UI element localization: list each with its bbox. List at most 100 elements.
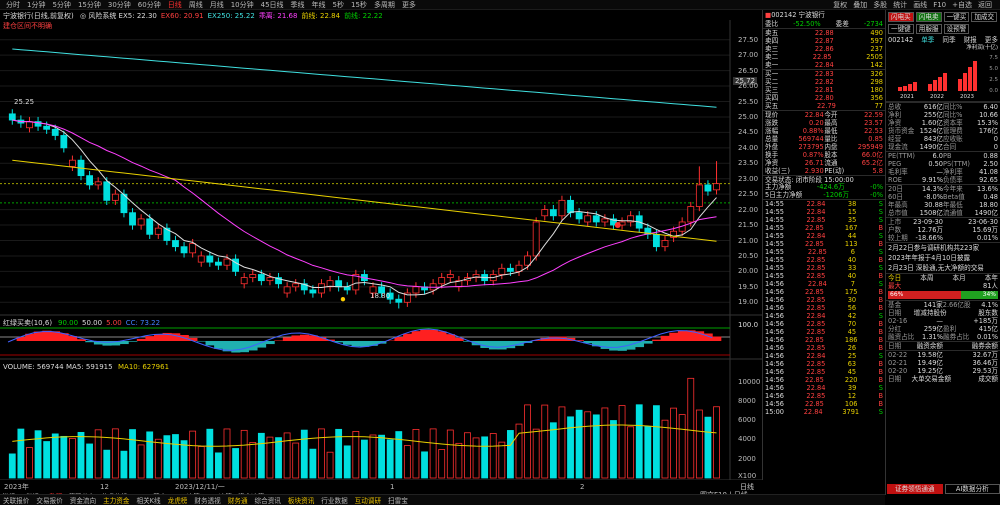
period-tab[interactable]: 季线 bbox=[291, 0, 305, 10]
volume-bar bbox=[369, 434, 377, 479]
footer-button[interactable]: 证券领悟通通 bbox=[887, 484, 943, 494]
period-tab[interactable]: 1分钟 bbox=[27, 0, 45, 10]
sentiment-tab[interactable]: 本年 bbox=[985, 274, 998, 282]
period-tab[interactable]: 5秒 bbox=[333, 0, 344, 10]
volume-axis-label: 4000 bbox=[738, 435, 756, 444]
period-tab[interactable]: 周线 bbox=[189, 0, 203, 10]
period-tab[interactable]: 15分钟 bbox=[78, 0, 101, 10]
bottom-nav-item[interactable]: 主力资金 bbox=[103, 495, 129, 505]
bottom-nav-item[interactable]: 互动调研 bbox=[355, 495, 381, 505]
chart-tool-button[interactable]: 统计 bbox=[893, 0, 907, 10]
tick-price: 22.85 bbox=[807, 248, 827, 256]
chart-tool-button[interactable]: +自选 bbox=[952, 0, 972, 10]
ask-volume: 142 bbox=[870, 61, 883, 69]
quote-header: ■002142 宁波银行 bbox=[765, 11, 825, 19]
bottom-nav-item[interactable]: 财务通 bbox=[228, 495, 248, 505]
chart-tool-button[interactable]: 叠加 bbox=[853, 0, 867, 10]
stat-row: 涨幅 0.88% 最低 22.53 bbox=[763, 127, 885, 135]
performance-row: 20日 14.3% 今年来 13.6% bbox=[886, 185, 1000, 193]
period-tab[interactable]: 月线 bbox=[210, 0, 224, 10]
period-tab[interactable]: 60分钟 bbox=[138, 0, 161, 10]
footer-button[interactable]: AI数据分析 bbox=[944, 484, 1000, 494]
ask-price[interactable]: 22.85 bbox=[813, 53, 832, 61]
news-item[interactable]: 2月22日参与调研机构共223家 bbox=[886, 243, 1000, 253]
bottom-nav-item[interactable]: 综合资讯 bbox=[255, 495, 281, 505]
quick-trade-button[interactable]: 一键买 bbox=[943, 12, 970, 22]
fin-stats-row: 货币资金 1524亿 管理费 176亿 bbox=[886, 127, 1000, 135]
volume-bar bbox=[172, 434, 179, 479]
sentiment-tab[interactable]: 本月 bbox=[953, 274, 966, 282]
bottom-nav-item[interactable]: 龙虎榜 bbox=[168, 495, 188, 505]
kline-svg[interactable] bbox=[0, 10, 762, 480]
bottom-nav-item[interactable]: 交易报价 bbox=[36, 495, 62, 505]
ask-price[interactable]: 22.86 bbox=[815, 45, 834, 53]
stat-label: 总量 bbox=[765, 135, 779, 143]
candle-up bbox=[292, 283, 300, 288]
fin-stats-cell: 176亿 bbox=[978, 127, 998, 135]
holder-stats-cell: 12.76万 bbox=[917, 226, 943, 234]
ask-price[interactable]: 22.88 bbox=[815, 29, 834, 37]
sentiment-tab[interactable]: 今日 bbox=[888, 274, 901, 282]
ask-price[interactable]: 22.87 bbox=[815, 37, 834, 45]
tick-price: 22.85 bbox=[805, 336, 824, 344]
period-tab[interactable]: 日线 bbox=[168, 0, 182, 10]
tool-button[interactable]: 用服服 bbox=[915, 24, 942, 34]
bottom-nav-item[interactable]: 板块资讯 bbox=[288, 495, 314, 505]
period-tab[interactable]: 分时 bbox=[6, 0, 20, 10]
chart-tool-button[interactable]: F10 bbox=[933, 0, 946, 10]
fin-tab[interactable]: 同季 bbox=[942, 36, 955, 44]
kline-chart-area[interactable]: 宁波银行(日线,前复权) ◎ 风险系统 EX5: 22.30 EX60: 20.9… bbox=[0, 10, 762, 501]
period-tab[interactable]: 30分钟 bbox=[108, 0, 131, 10]
tick-list[interactable]: 14:55 22.84 38 S 14:55 22.84 15 S 14:55 22.85 35 S 1… bbox=[763, 199, 885, 416]
bid-price[interactable]: 22.81 bbox=[815, 86, 834, 94]
news-item[interactable]: 2月23日 深股通,无大净额的交易 bbox=[886, 263, 1000, 273]
bottom-nav-item[interactable]: 扫雷宝 bbox=[388, 495, 408, 505]
tool-button[interactable]: 一键键 bbox=[888, 24, 914, 34]
ask-price[interactable]: 22.84 bbox=[815, 61, 834, 69]
period-tab[interactable]: 10分钟 bbox=[231, 0, 254, 10]
period-tab[interactable]: 更多 bbox=[402, 0, 416, 10]
chart-tool-button[interactable]: 画线 bbox=[913, 0, 927, 10]
stat-label: 涨幅 bbox=[765, 127, 779, 135]
candle-down bbox=[51, 128, 59, 136]
sentiment-tab[interactable]: 本周 bbox=[920, 274, 933, 282]
fin-stats-cell: 1.60亿 bbox=[921, 119, 943, 127]
sentiment-info: 最大 81人 bbox=[886, 282, 1000, 290]
tool-button[interactable]: 设预警 bbox=[943, 24, 970, 34]
price-axis-label: 23.00 bbox=[738, 174, 759, 183]
period-tab[interactable]: 年线 bbox=[312, 0, 326, 10]
fin-tab[interactable]: 财报 bbox=[964, 36, 977, 44]
bottom-nav-item[interactable]: 资金流向 bbox=[70, 495, 96, 505]
tick-volume: 35 bbox=[847, 216, 857, 224]
volume-bar bbox=[713, 406, 720, 479]
bid-price[interactable]: 22.82 bbox=[815, 78, 834, 86]
chart-tool-button[interactable]: 复权 bbox=[833, 0, 847, 10]
indicator-title[interactable]: 红绿买卖(10,6) bbox=[3, 319, 52, 327]
chart-tool-button[interactable]: 多股 bbox=[873, 0, 887, 10]
fin-stats-cell: 管理费 bbox=[943, 127, 963, 135]
bid-price[interactable]: 22.80 bbox=[815, 94, 834, 102]
bid-price[interactable]: 22.79 bbox=[817, 102, 836, 110]
stat-value: 295949 bbox=[857, 143, 883, 151]
bottom-nav-item[interactable]: 相关K线 bbox=[137, 495, 161, 505]
volume-title[interactable]: VOLUME: 569744 bbox=[3, 363, 64, 371]
bid-label: 买二 bbox=[765, 78, 779, 86]
period-tab[interactable]: 多周期 bbox=[374, 0, 395, 10]
quick-trade-button[interactable]: 加成交 bbox=[971, 12, 998, 22]
bid-price[interactable]: 22.83 bbox=[815, 70, 834, 78]
period-tab[interactable]: 15秒 bbox=[351, 0, 367, 10]
bottom-nav-item[interactable]: 财务透视 bbox=[194, 495, 220, 505]
quick-trade-button[interactable]: 闪电卖 bbox=[915, 12, 942, 22]
bottom-nav-item[interactable]: 行业数据 bbox=[321, 495, 347, 505]
chart-tool-button[interactable]: 返回 bbox=[978, 0, 992, 10]
news-item[interactable]: 2023年年报于4月10日披露 bbox=[886, 253, 1000, 263]
fin-tab[interactable]: 更多 bbox=[985, 36, 998, 44]
fin-tab[interactable]: 单季 bbox=[921, 36, 934, 44]
fund-stats-cell: 增减持股份 bbox=[913, 309, 947, 317]
candle-down bbox=[257, 274, 265, 282]
quick-trade-button[interactable]: 闪电买 bbox=[888, 12, 914, 22]
bottom-nav-item[interactable]: 关联报价 bbox=[3, 495, 29, 505]
period-tab[interactable]: 5分钟 bbox=[52, 0, 70, 10]
period-tab[interactable]: 45日线 bbox=[261, 0, 284, 10]
tick-row: 14:56 22.85 45 B bbox=[763, 328, 885, 336]
